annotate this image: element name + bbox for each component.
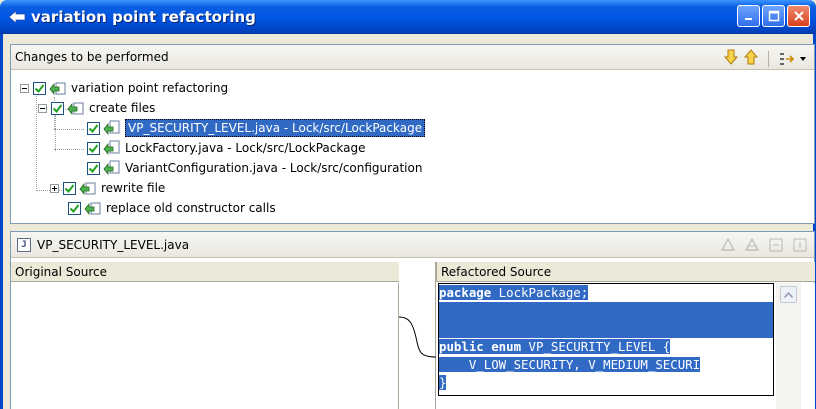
vertical-scrollbar[interactable] — [776, 283, 801, 409]
up-arrow-icon[interactable] — [743, 49, 759, 68]
minimize-button[interactable] — [737, 5, 760, 27]
new-file-icon — [103, 160, 121, 176]
checkbox[interactable] — [87, 121, 100, 135]
changes-header-label: Changes to be performed — [15, 50, 169, 64]
tree-item[interactable]: VariantConfiguration.java - Lock/src/con… — [87, 158, 422, 178]
next-change-icon[interactable] — [768, 237, 784, 256]
original-source-label: Original Source — [15, 264, 107, 279]
code-line — [439, 320, 773, 338]
checkbox[interactable] — [68, 201, 81, 215]
checkbox[interactable] — [33, 81, 46, 95]
checkbox[interactable] — [51, 101, 64, 115]
code-line — [439, 302, 773, 320]
refactored-source-pane[interactable]: package LockPackage; public enum VP_SECU… — [436, 283, 815, 409]
refactoring-icon — [49, 80, 67, 96]
changes-tree: variation point refactoring create files… — [11, 71, 814, 221]
java-file-icon: J — [17, 237, 31, 252]
original-source-header: Original Source — [11, 262, 399, 282]
code-line: } — [439, 375, 447, 390]
refactoring-icon — [79, 180, 97, 196]
compare-header: J VP_SECURITY_LEVEL.java — [11, 232, 814, 258]
changes-panel: Changes to be performed variation point … — [10, 44, 815, 224]
compare-file-title: VP_SECURITY_LEVEL.java — [37, 237, 190, 252]
new-file-icon — [103, 120, 121, 136]
original-source-pane[interactable] — [11, 283, 399, 409]
tree-item[interactable]: create files — [38, 98, 155, 118]
refactored-source-header: Refactored Source — [436, 262, 815, 282]
tree-item-label: variation point refactoring — [71, 81, 229, 95]
title-bar: variation point refactoring — [0, 0, 816, 34]
code-line: package LockPackage; — [439, 285, 589, 300]
toolbar-separator — [768, 50, 769, 67]
collapse-icon[interactable] — [20, 83, 29, 93]
down-arrow-icon[interactable] — [723, 49, 739, 68]
compare-panel: J VP_SECURITY_LEVEL.java Original Source… — [10, 231, 815, 409]
tree-item-label: create files — [89, 101, 156, 115]
back-arrow-icon — [8, 8, 26, 26]
window-body: Changes to be performed variation point … — [0, 34, 816, 409]
previous-change-icon[interactable] — [792, 237, 808, 256]
close-button[interactable] — [787, 5, 810, 27]
tree-item[interactable]: VP_SECURITY_LEVEL.java - Lock/src/LockPa… — [87, 118, 426, 138]
checkbox[interactable] — [87, 141, 100, 155]
tree-item[interactable]: LockFactory.java - Lock/src/LockPackage — [87, 138, 365, 158]
tree-item-label: rewrite file — [101, 181, 166, 195]
next-difference-icon[interactable] — [720, 237, 736, 256]
diff-gutter — [398, 262, 437, 409]
refactored-source-label: Refactored Source — [441, 264, 552, 279]
checkbox[interactable] — [87, 161, 100, 175]
code-editor[interactable]: package LockPackage; public enum VP_SECU… — [438, 283, 774, 396]
new-file-icon — [103, 140, 121, 156]
tree-item-label: LockFactory.java - Lock/src/LockPackage — [125, 141, 366, 155]
refactoring-icon — [67, 100, 85, 116]
tree-item-label: VP_SECURITY_LEVEL.java - Lock/src/LockPa… — [125, 119, 426, 137]
scroll-up-icon[interactable] — [780, 286, 797, 303]
previous-difference-icon[interactable] — [744, 237, 760, 256]
maximize-button[interactable] — [762, 5, 785, 27]
tree-item[interactable]: replace old constructor calls — [68, 198, 276, 218]
checkbox[interactable] — [63, 181, 76, 195]
code-line: V_LOW_SECURITY, V_MEDIUM_SECURI — [439, 357, 701, 372]
changes-header: Changes to be performed — [11, 45, 814, 70]
refactoring-icon — [84, 200, 102, 216]
expand-icon[interactable] — [50, 183, 59, 193]
window-title: variation point refactoring — [31, 8, 256, 26]
tree-item[interactable]: variation point refactoring — [20, 78, 228, 98]
tree-item-label: VariantConfiguration.java - Lock/src/con… — [125, 161, 423, 175]
layout-menu-icon[interactable] — [779, 51, 806, 67]
tree-item-label: replace old constructor calls — [106, 201, 276, 215]
code-line: public enum VP_SECURITY_LEVEL { — [439, 339, 671, 354]
tree-item[interactable]: rewrite file — [50, 178, 165, 198]
collapse-icon[interactable] — [38, 103, 47, 113]
